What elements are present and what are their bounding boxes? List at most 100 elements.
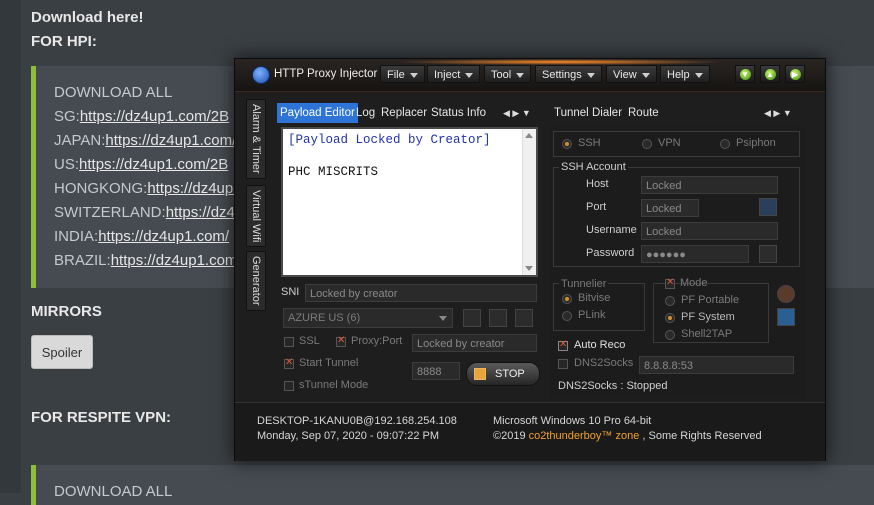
maximize-button[interactable]: ▲ [760,65,780,83]
menu-help[interactable]: Help [660,65,710,83]
menu-inject[interactable]: Inject [427,65,481,83]
download-link[interactable]: https://dz4up1.com/ [98,228,229,245]
mirrors-heading: MIRRORS [31,303,102,320]
scroll-down-icon[interactable] [525,266,533,271]
server-select[interactable]: AZURE US (6) [283,308,453,328]
tab-dialer[interactable]: Dialer [589,103,625,123]
scroll-up-icon[interactable] [525,133,533,138]
tab-scroll-arrows[interactable]: ◀ ▶ ▼ [503,103,531,123]
menu-settings[interactable]: Settings [535,65,602,83]
tab-tunnel[interactable]: Tunnel [551,103,592,123]
title-bar[interactable]: HTTP Proxy Injector File Inject Tool Set… [235,59,825,92]
tray-button[interactable]: ▶ [785,65,805,83]
sni-input[interactable]: Locked by creator [305,284,537,302]
pf-system-radio[interactable] [665,313,675,323]
auto-reco-checkbox[interactable] [558,339,568,351]
right-tab-bar: Tunnel Dialer Route ◀ ▶ ▼ [551,103,807,123]
tab-route[interactable]: Route [625,103,662,123]
basket-icon[interactable] [515,309,533,327]
copyright-suffix: , Some Rights Reserved [639,430,762,442]
host-input[interactable]: Locked [641,176,778,194]
minimize-button[interactable]: ▼ [735,65,755,83]
ssl-checkbox[interactable] [284,337,294,347]
tab-payload-editor[interactable]: Payload Editor [277,103,358,123]
pf-portable-radio[interactable] [665,296,675,306]
menu-view[interactable]: View [606,65,657,83]
plink-radio[interactable] [562,311,572,321]
vpn-radio[interactable] [642,139,652,149]
link-row-india: INDIA:https://dz4up1.com/ [54,228,229,245]
psiphon-radio[interactable] [720,139,730,149]
ssh-account-title: SSH Account [559,161,628,173]
download-link[interactable]: https://dz4up1 [147,180,241,197]
link-row-hongkong: HONGKONG:https://dz4up1 [54,180,242,197]
bitvise-label: Bitvise [578,292,611,304]
payload-editor[interactable]: [Payload Locked by Creator] PHC MISCRITS [281,127,538,277]
tab-alarm-timer[interactable]: Alarm & Timer [246,99,266,179]
chevron-down-icon [409,72,418,78]
stop-button[interactable]: STOP [466,362,540,386]
download-link[interactable]: https://dz4up1.com/2B [80,108,229,125]
side-tab-strip: Alarm & Timer Virtual Wifi Generator [246,99,268,354]
link-label: BRAZIL: [54,252,111,269]
mode-checkbox[interactable] [665,277,675,289]
tab-scroll-arrows-right[interactable]: ◀ ▶ ▼ [764,103,792,123]
start-tunnel-checkbox[interactable] [284,357,294,369]
download-link[interactable]: https://dz4u [166,204,244,221]
download-all-label: DOWNLOAD ALL [54,84,173,101]
app-logo-icon [252,66,270,84]
tab-virtual-wifi[interactable]: Virtual Wifi [246,185,266,247]
bitvise-radio[interactable] [562,294,572,304]
local-port-input[interactable]: 8888 [412,362,460,380]
download-link[interactable]: https://dz4up1.com [111,252,238,269]
payload-line-2: PHC MISCRITS [288,165,379,179]
download-link[interactable]: https://dz4up1.com/2B [105,132,254,149]
download-link[interactable]: https://dz4up1.com/2B [79,156,228,173]
payload-scrollbar[interactable] [522,129,536,275]
tab-replacer[interactable]: Replacer [378,103,430,123]
ssh-radio[interactable] [562,139,572,149]
for-respite-heading: FOR RESPITE VPN: [31,409,172,426]
link-label: INDIA: [54,228,99,245]
link-label: SWITZERLAND: [54,204,166,221]
proxy-input[interactable]: Locked by creator [412,334,537,352]
document-icon[interactable] [463,309,481,327]
tab-generator[interactable]: Generator [246,251,266,311]
link-row-brazil: BRAZIL:https://dz4up1.com [54,252,237,269]
chevron-down-icon [439,316,447,321]
network-icon[interactable] [777,308,795,326]
spoiler-button[interactable]: Spoiler [31,335,93,369]
shell2tap-radio[interactable] [665,330,675,340]
link-row-us: US:https://dz4up1.com/2B [54,156,228,173]
link-row-switzerland: SWITZERLAND:https://dz4u [54,204,243,221]
stop-icon [474,368,486,380]
username-input[interactable]: Locked [641,222,778,240]
menu-tool[interactable]: Tool [484,65,532,83]
payload-line-1: [Payload Locked by Creator] [288,133,491,147]
dns-server-input[interactable]: 8.8.8.8:53 [639,356,794,374]
stop-label: STOP [495,368,525,380]
save-icon[interactable] [489,309,507,327]
http-proxy-injector-window: HTTP Proxy Injector File Inject Tool Set… [234,58,826,461]
left-tab-bar: Payload Editor Log Replacer Status Info … [275,103,545,123]
auto-reco-label: Auto Reco [574,339,626,351]
password-input[interactable]: ●●●●●● [641,245,749,263]
author-link[interactable]: co2thunderboy™ zone [529,430,640,442]
dns2socks-checkbox[interactable] [558,359,568,369]
mode-title: Mode [680,277,708,289]
host-info: DESKTOP-1KANU0B@192.168.254.108 [257,415,457,427]
floppy-save-icon[interactable] [759,198,777,216]
shield-icon[interactable] [777,285,795,303]
pf-system-label: PF System [681,311,735,323]
tab-log[interactable]: Log [353,103,378,123]
server-select-value: AZURE US (6) [288,312,361,324]
tab-status-info[interactable]: Status Info [428,103,489,123]
check-icon[interactable] [759,245,777,263]
port-input[interactable]: Locked [641,199,699,217]
menu-file[interactable]: File [380,65,425,83]
stunnel-mode-checkbox[interactable] [284,381,294,391]
tunnelier-group [553,283,645,331]
link-label: SG: [54,108,80,125]
dns2socks-label: DNS2Socks [574,357,634,369]
proxy-port-checkbox[interactable] [336,335,346,347]
